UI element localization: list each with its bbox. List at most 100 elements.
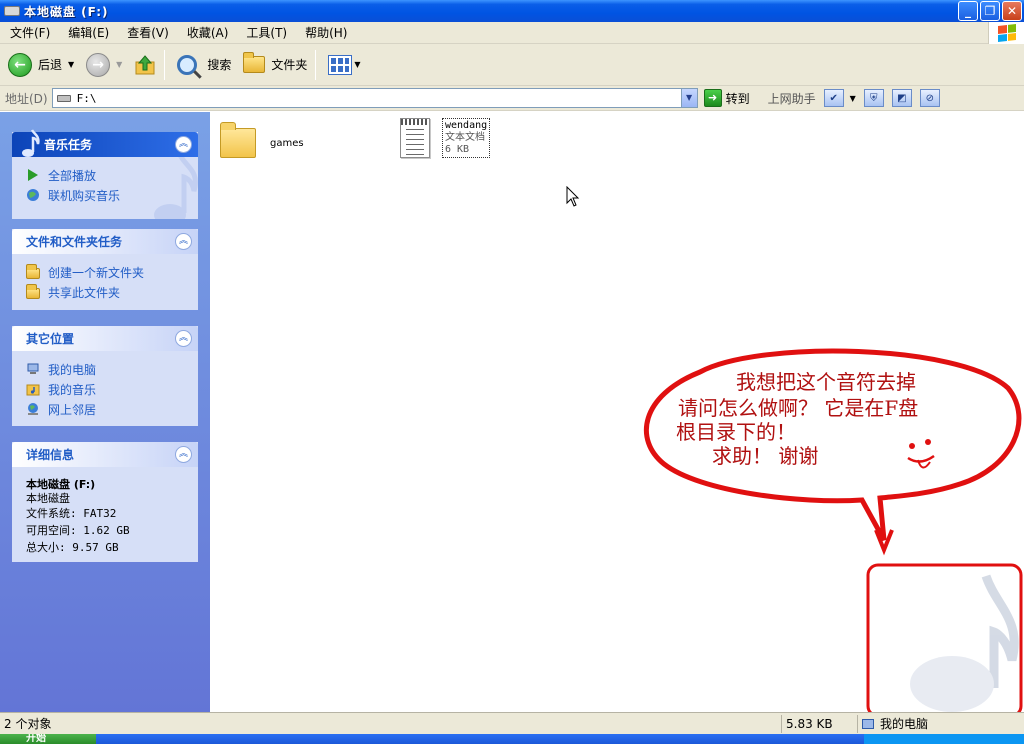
system-tray	[864, 734, 1024, 744]
folders-button[interactable]: 文件夹	[239, 48, 311, 82]
shield-icon[interactable]: ⛨	[863, 89, 884, 107]
drive-icon	[4, 6, 20, 16]
details-file-system: 文件系统: FAT32	[26, 507, 117, 520]
start-button[interactable]: 开始	[0, 734, 96, 744]
minimize-button[interactable]: _	[958, 1, 978, 21]
computer-icon	[862, 718, 874, 729]
folder-item-games[interactable]: games	[220, 116, 304, 158]
my-music-link[interactable]: 我的音乐	[26, 379, 188, 399]
folder-icon	[220, 122, 256, 158]
title-bar[interactable]: 本地磁盘 (F:) _ ❐ ✕	[0, 0, 1024, 22]
play-icon	[28, 169, 38, 181]
windows-flag-icon	[997, 24, 1016, 42]
block-icon[interactable]: ⊘	[919, 89, 940, 107]
file-size: 6 KB	[445, 144, 470, 155]
file-tasks-title: 文件和文件夹任务	[26, 235, 123, 249]
search-button[interactable]: 搜索	[173, 48, 235, 82]
web-helper-label[interactable]: 上网助手	[768, 90, 816, 107]
back-button[interactable]: ← 后退 ▼	[4, 48, 78, 82]
menu-file[interactable]: 文件(F)	[0, 24, 58, 41]
menu-view[interactable]: 查看(V)	[117, 24, 177, 41]
location-label: 我的电脑	[880, 717, 929, 731]
other-places-box: 其它位置 ︽ 我的电脑 我的音乐 网上邻居	[12, 326, 198, 426]
collapse-icon[interactable]: ︽	[175, 136, 192, 153]
file-item-wendang[interactable]: wendang 文本文档 6 KB	[400, 118, 491, 158]
eraser-icon[interactable]: ◩	[891, 89, 912, 107]
buy-music-label: 联机购买音乐	[48, 188, 121, 203]
new-folder-link[interactable]: 创建一个新文件夹	[26, 262, 188, 282]
details-header[interactable]: 详细信息 ︽	[12, 442, 198, 467]
object-count: 2 个对象	[4, 717, 52, 731]
forward-button[interactable]: → ▼	[82, 48, 126, 82]
collapse-icon[interactable]: ︽	[175, 330, 192, 347]
status-object-count: 2 个对象	[0, 714, 782, 733]
forward-arrow-icon: →	[86, 52, 111, 77]
go-button[interactable]: 转到	[726, 90, 750, 107]
menu-edit[interactable]: 编辑(E)	[58, 24, 117, 41]
music-tasks-header[interactable]: 音乐任务 ︽	[12, 129, 198, 157]
views-button[interactable]: ▼	[324, 48, 364, 82]
drive-icon	[56, 94, 71, 102]
search-label: 搜索	[207, 58, 232, 72]
network-icon	[28, 403, 38, 415]
share-folder-icon	[26, 284, 40, 299]
network-places-link[interactable]: 网上邻居	[26, 399, 188, 419]
window-title: 本地磁盘 (F:)	[24, 4, 109, 19]
computer-icon	[27, 363, 39, 374]
folders-icon	[243, 52, 266, 73]
details-box: 详细信息 ︽ 本地磁盘 (F:) 本地磁盘 文件系统: FAT32 可用空间: …	[12, 442, 198, 562]
mouse-cursor-icon	[566, 186, 580, 207]
file-list-view[interactable]: games wendang 文本文档 6 KB	[210, 112, 1024, 712]
my-music-label: 我的音乐	[48, 382, 97, 397]
close-button[interactable]: ✕	[1002, 1, 1022, 21]
search-icon	[177, 54, 198, 75]
taskbar: 开始	[0, 734, 1024, 744]
back-dropdown-icon[interactable]: ▼	[68, 60, 74, 69]
file-tasks-header[interactable]: 文件和文件夹任务 ︽	[12, 229, 198, 254]
file-name: games	[270, 138, 304, 149]
views-dropdown-icon[interactable]: ▼	[354, 60, 360, 69]
task-pane: 音乐任务 ︽ 全部播放 联机购买音乐 文件和文件夹任务 ︽ 创建一个新文件夹 共…	[0, 112, 210, 712]
forward-dropdown-icon[interactable]: ▼	[116, 60, 122, 69]
up-button[interactable]	[130, 48, 160, 82]
details-free-space: 可用空间: 1.62 GB	[26, 524, 130, 537]
music-folder-icon	[26, 384, 40, 396]
new-folder-icon	[26, 264, 40, 279]
new-folder-label: 创建一个新文件夹	[48, 265, 145, 280]
toolbar: ← 后退 ▼ → ▼ 搜索 文件夹 ▼	[0, 44, 1024, 86]
menu-help[interactable]: 帮助(H)	[295, 24, 355, 41]
toolbar-separator	[164, 49, 166, 80]
network-places-label: 网上邻居	[48, 402, 97, 417]
status-location: 我的电脑	[858, 715, 1024, 733]
text-document-icon	[400, 118, 430, 158]
views-icon	[328, 54, 353, 75]
address-label: 地址(D)	[5, 91, 48, 106]
back-arrow-icon: ←	[8, 52, 32, 77]
my-computer-label: 我的电脑	[48, 362, 97, 377]
menu-tools[interactable]: 工具(T)	[236, 24, 295, 41]
helper-dropdown-icon[interactable]: ▼	[850, 94, 856, 103]
address-value: F:\	[76, 91, 97, 105]
collapse-icon[interactable]: ︽	[175, 233, 192, 250]
collapse-icon[interactable]: ︽	[175, 446, 192, 463]
go-arrow-icon[interactable]: ➜	[703, 89, 722, 107]
my-computer-link[interactable]: 我的电脑	[26, 359, 188, 379]
music-note-watermark-icon	[154, 157, 198, 219]
toolbar-separator	[315, 49, 317, 80]
other-places-header[interactable]: 其它位置 ︽	[12, 326, 198, 351]
address-field[interactable]: F:\ ▼	[51, 88, 698, 108]
share-folder-link[interactable]: 共享此文件夹	[26, 282, 188, 302]
folders-label: 文件夹	[271, 58, 308, 72]
check-icon[interactable]: ✔	[823, 89, 844, 107]
file-name: wendang	[445, 120, 488, 131]
address-dropdown-icon[interactable]: ▼	[680, 89, 697, 107]
globe-icon	[27, 189, 39, 201]
menu-favorites[interactable]: 收藏(A)	[177, 24, 237, 41]
play-all-label: 全部播放	[48, 168, 97, 183]
share-folder-label: 共享此文件夹	[48, 285, 121, 300]
menu-bar: 文件(F) 编辑(E) 查看(V) 收藏(A) 工具(T) 帮助(H)	[0, 22, 1024, 44]
restore-button[interactable]: ❐	[980, 1, 1000, 21]
status-size: 5.83 KB	[782, 714, 858, 733]
windows-logo	[988, 22, 1024, 44]
music-tasks-title: 音乐任务	[44, 138, 93, 152]
